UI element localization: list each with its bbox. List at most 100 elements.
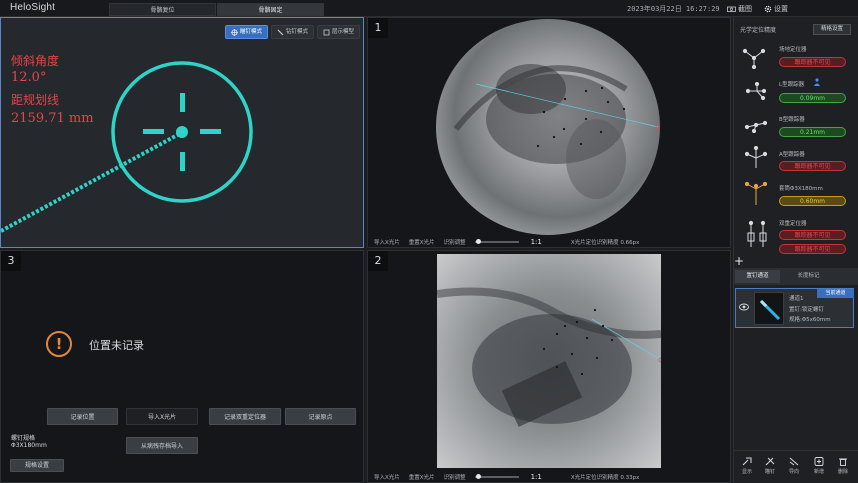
panel-number-1: 1 (368, 18, 388, 38)
current-channel-badge: 当前通道 (817, 289, 854, 298)
b-tracker-icon (744, 120, 768, 133)
warning-icon: ! (46, 331, 72, 357)
reset-xray-button-2[interactable]: 重置X光片 (409, 473, 435, 481)
tool-guide[interactable]: 导向 (783, 457, 805, 475)
xray-overlay-2 (436, 287, 664, 427)
settings-label: 设置 (774, 5, 788, 13)
tracker-name-a: A型跟踪器 (779, 152, 805, 158)
crosshair-top (180, 93, 185, 112)
accuracy-text-2: X光片定位识别精度 0.33px (570, 475, 640, 481)
tracker-name-b: B型跟踪器 (779, 117, 805, 123)
tracker-name-site: 场地定位器 (779, 47, 807, 53)
tracker-status-sleeve: 0.60mm (779, 196, 846, 206)
camera-icon (727, 6, 736, 12)
tools-divider (734, 450, 858, 451)
reset-xray-button-1[interactable]: 重置X光片 (409, 238, 435, 246)
sleeve-icon (745, 181, 767, 205)
zoom-slider-handle-1[interactable] (475, 239, 481, 244)
xray-toolbar-2: 导入X光片 重置X光片 识别调整 1:1 X光片定位识别精度 0.33px (374, 471, 730, 483)
add-icon[interactable]: + (734, 255, 744, 267)
crosshair-center (176, 126, 188, 138)
import-from-history-button[interactable]: 从病残存档导入 (126, 437, 198, 454)
screw-settings-button[interactable]: 规格设置 (10, 459, 64, 472)
person-icon (814, 78, 820, 86)
tool-guide-label: 导向 (788, 469, 799, 475)
screenshot-button[interactable]: 截图 (727, 4, 752, 14)
ratio-button-1[interactable]: 1:1 (531, 238, 542, 246)
xray-panel-1[interactable]: 1 导入X光片 重置X光片 识别调整 1:1 X光片定位识别精度 0.66px (367, 17, 731, 248)
top-bar: HeloSight 骨骼复位 骨骼固定 2023年03月22日 16:27:29… (0, 0, 858, 17)
tracker-status-l: 0.09mm (779, 93, 846, 103)
tool-aim[interactable]: 瞄钉 (759, 457, 781, 475)
tool-display-label: 显示 (741, 469, 752, 475)
zoom-slider-1[interactable] (474, 239, 519, 244)
recognize-button-1[interactable]: 识别调整 (444, 238, 466, 246)
trash-icon (839, 458, 847, 466)
tracker-status-site: 跟踪器不可见 (779, 57, 846, 67)
site-locator-icon (742, 48, 766, 69)
recognize-button-2[interactable]: 识别调整 (444, 473, 466, 481)
screw-spec-value: Φ3X180mm (11, 442, 47, 449)
eye-icon[interactable] (739, 303, 749, 311)
guide-icon (789, 457, 799, 466)
xray-toolbar-1: 导入X光片 重置X光片 识别调整 1:1 X光片定位识别精度 0.66px (374, 236, 730, 248)
precision-settings-button[interactable]: 精格设置 (813, 24, 851, 35)
tracker-status-a: 跟踪器不可见 (779, 161, 846, 171)
crosshair-left (143, 129, 164, 134)
tool-aim-label: 瞄钉 (764, 469, 775, 475)
channel-spec: 规格:Φ5x60mm (789, 317, 831, 323)
screw-spec-label: 螺钉规格 (11, 435, 36, 442)
tool-delete-label: 删除 (837, 469, 848, 475)
screenshot-label: 截图 (738, 5, 752, 13)
app-logo: HeloSight (10, 2, 56, 13)
channel-card[interactable]: 当前通道 通道1 置钉:锁定螺钉 规格:Φ5x60mm (735, 288, 854, 328)
warning-text: 位置未记录 (89, 339, 144, 352)
tab-reduction[interactable]: 骨骼复位 (109, 3, 216, 16)
channel-screw-type: 置钉:锁定螺钉 (789, 307, 824, 313)
import-xray-button[interactable]: 导入X光片 (126, 408, 198, 425)
zoom-slider-handle-2[interactable] (475, 474, 481, 479)
xray-overlay-1 (453, 64, 660, 199)
xray-image-2[interactable] (436, 254, 664, 468)
record-dual-locator-button[interactable]: 记录双重定位器 (209, 408, 281, 425)
channel-name: 通道1 (789, 296, 804, 302)
tool-add-label: 新增 (813, 469, 824, 475)
gear-icon (764, 5, 772, 13)
dual-locator-icon (747, 220, 767, 247)
crosshair-right (200, 129, 221, 134)
targeting-panel[interactable]: 瞄钉模式 钻钉模式 层示模型 倾斜角度 12.0° 距规划线 2159.71 m… (0, 17, 364, 248)
tracker-status-b: 0.21mm (779, 127, 846, 137)
precision-settings-label: 精格设置 (820, 26, 843, 32)
tab-fixation[interactable]: 骨骼固定 (217, 3, 324, 16)
record-position-button[interactable]: 记录位置 (47, 408, 118, 425)
tool-add[interactable]: 新增 (808, 457, 830, 475)
aim-icon (765, 457, 775, 466)
zoom-slider-2[interactable] (474, 474, 519, 479)
accuracy-text-1: X光片定位识别精度 0.66px (570, 240, 640, 246)
trajectory-line (1, 131, 182, 233)
xray-panel-2[interactable]: 2 导入X光片 重置X光片 识别调整 1:1 X光片定位识别精度 0.33px (367, 250, 731, 483)
tracker-name-dual: 双重定位器 (779, 221, 807, 227)
settings-button[interactable]: 设置 (764, 4, 788, 14)
panel-number-2: 2 (368, 251, 388, 271)
panel-number-3: 3 (1, 251, 21, 271)
tracker-name-sleeve: 套筒Φ3X180mm (779, 186, 823, 192)
tool-delete[interactable]: 删除 (832, 457, 854, 475)
position-panel: 3 ! 位置未记录 记录位置 导入X光片 记录双重定位器 记录原点 从病残存档导… (0, 250, 364, 483)
import-xray-button-2[interactable]: 导入X光片 (374, 473, 400, 481)
tracker-status-dual-2: 跟踪器不可见 (779, 244, 846, 254)
ratio-button-2[interactable]: 1:1 (531, 473, 542, 481)
optical-accuracy-title: 光学定位精度 (740, 27, 777, 34)
import-xray-button-1[interactable]: 导入X光片 (374, 238, 400, 246)
add-square-icon (814, 457, 824, 466)
record-origin-button[interactable]: 记录原点 (285, 408, 356, 425)
display-icon (742, 457, 752, 466)
tool-display[interactable]: 显示 (736, 457, 758, 475)
tracker-status-dual-1: 跟踪器不可见 (779, 230, 846, 240)
tab-screw-channel[interactable]: 置钉通道 (735, 270, 780, 283)
screw-thumbnail (754, 292, 784, 325)
tracker-name-l: L型跟踪器 (779, 82, 805, 88)
l-tracker-icon (745, 82, 767, 100)
xray-image-1[interactable] (436, 19, 660, 235)
tab-length-marker[interactable]: 长度标记 (786, 270, 831, 283)
